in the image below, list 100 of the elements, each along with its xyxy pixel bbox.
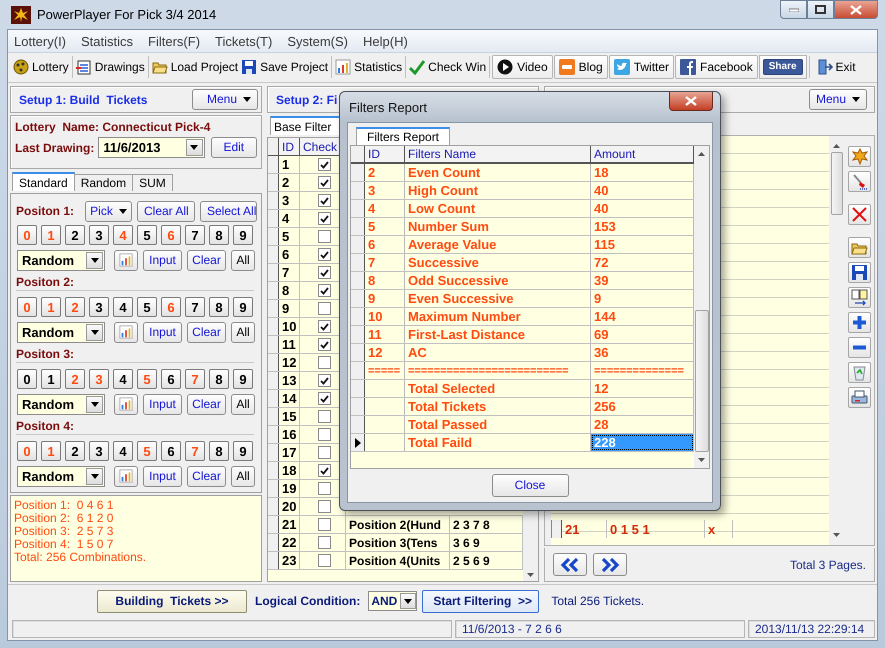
tab[interactable]: Standard — [12, 172, 75, 191]
checkbox[interactable] — [318, 158, 330, 171]
column-header[interactable]: ID — [365, 146, 405, 162]
toolbar-button[interactable]: Lottery — [12, 56, 70, 78]
digit-button[interactable]: 4 — [113, 441, 133, 461]
checkbox[interactable] — [318, 176, 330, 189]
toolbar-button[interactable] — [848, 262, 870, 283]
checkbox[interactable] — [318, 230, 330, 243]
toolbar-button[interactable]: Statistics — [334, 56, 404, 78]
input-button[interactable]: Input — [143, 394, 182, 414]
digit-button[interactable]: 9 — [233, 297, 253, 317]
menu-item[interactable]: Lottery(I) — [14, 34, 66, 48]
toolbar-button[interactable] — [848, 337, 870, 358]
checkbox[interactable] — [318, 428, 330, 441]
menu-item[interactable]: Help(H) — [363, 34, 408, 48]
checkbox[interactable] — [318, 554, 330, 567]
menu-item[interactable]: Filters(F) — [148, 34, 200, 48]
digit-button[interactable]: 0 — [17, 369, 37, 389]
all-button[interactable]: All — [231, 394, 255, 414]
clear-button[interactable]: Clear — [187, 250, 226, 270]
toolbar-button[interactable]: Drawings — [74, 56, 146, 78]
toolbar-button[interactable]: Video — [492, 55, 553, 79]
digit-button[interactable]: 6 — [161, 441, 181, 461]
toolbar-button[interactable]: Twitter — [608, 55, 674, 79]
toolbar-button[interactable] — [848, 204, 870, 225]
clear-button[interactable]: Clear — [187, 322, 226, 342]
column-header[interactable]: Amount — [591, 146, 694, 162]
chart-button[interactable] — [114, 250, 138, 270]
checkbox[interactable] — [318, 302, 330, 315]
toolbar-button[interactable] — [848, 387, 870, 408]
checkbox[interactable] — [318, 212, 330, 225]
input-button[interactable]: Input — [143, 466, 182, 486]
toolbar-button[interactable] — [848, 146, 870, 167]
input-button[interactable]: Input — [143, 322, 182, 342]
mode-dropdown[interactable]: Random — [17, 394, 105, 414]
checkbox[interactable] — [318, 338, 330, 351]
digit-button[interactable]: 8 — [209, 297, 229, 317]
share-button[interactable]: Share — [762, 59, 803, 75]
digit-button[interactable]: 5 — [137, 297, 157, 317]
digit-button[interactable]: 5 — [137, 225, 157, 245]
digit-button[interactable]: 7 — [185, 297, 205, 317]
checkbox[interactable] — [318, 464, 330, 477]
clear-all-button[interactable]: Clear All — [137, 200, 195, 222]
mode-dropdown[interactable]: Random — [17, 466, 105, 486]
toolbar-button[interactable]: Check Win — [408, 56, 488, 78]
scrollbar-thumb[interactable] — [830, 152, 842, 215]
close-button[interactable] — [834, 0, 878, 19]
menu-button[interactable]: Menu — [809, 89, 867, 110]
digit-button[interactable]: 3 — [89, 297, 109, 317]
digit-button[interactable]: 3 — [89, 441, 109, 461]
tab[interactable]: SUM — [132, 174, 173, 191]
digit-button[interactable]: 7 — [185, 225, 205, 245]
clear-button[interactable]: Clear — [187, 394, 226, 414]
menu-item[interactable]: System(S) — [287, 34, 348, 48]
digit-button[interactable]: 4 — [113, 297, 133, 317]
toolbar-button[interactable] — [848, 287, 870, 308]
mode-dropdown[interactable]: Random — [17, 250, 105, 270]
digit-button[interactable]: 6 — [161, 369, 181, 389]
maximize-button[interactable] — [807, 0, 834, 19]
digit-button[interactable]: 2 — [65, 441, 85, 461]
mode-dropdown[interactable]: Random — [17, 322, 105, 342]
select-all-button[interactable]: Select All — [200, 200, 257, 222]
date-dropdown[interactable]: 11/6/2013 — [98, 137, 205, 158]
checkbox[interactable] — [318, 536, 330, 549]
digit-button[interactable]: 8 — [209, 441, 229, 461]
checkbox[interactable] — [318, 500, 330, 513]
digit-button[interactable]: 8 — [209, 225, 229, 245]
toolbar-button[interactable]: Save Project — [240, 56, 330, 78]
toolbar-button[interactable]: Load Project — [150, 56, 240, 78]
menu-button[interactable]: Menu — [192, 89, 258, 110]
digit-button[interactable]: 3 — [89, 225, 109, 245]
toolbar-button[interactable] — [848, 362, 870, 383]
checkbox[interactable] — [318, 320, 330, 333]
digit-button[interactable]: 8 — [209, 369, 229, 389]
checkbox[interactable] — [318, 248, 330, 261]
next-page-button[interactable] — [593, 553, 627, 576]
logic-dropdown[interactable]: AND — [368, 591, 418, 611]
toolbar-button[interactable]: Blog — [554, 55, 608, 79]
digit-button[interactable]: 9 — [233, 369, 253, 389]
toolbar-button[interactable]: Exit — [816, 56, 857, 78]
previous-page-button[interactable] — [553, 553, 587, 576]
checkbox[interactable] — [318, 356, 330, 369]
chart-button[interactable] — [114, 322, 138, 342]
menu-item[interactable]: Statistics — [81, 34, 134, 48]
edit-button[interactable]: Edit — [210, 137, 257, 158]
scrollbar-thumb[interactable] — [694, 310, 708, 452]
checkbox[interactable] — [318, 266, 330, 279]
chart-button[interactable] — [114, 466, 138, 486]
checkbox[interactable] — [318, 392, 330, 405]
digit-button[interactable]: 9 — [233, 225, 253, 245]
digit-button[interactable]: 9 — [233, 441, 253, 461]
all-button[interactable]: All — [231, 250, 255, 270]
close-button[interactable] — [669, 92, 713, 111]
checkbox[interactable] — [318, 284, 330, 297]
start-filtering-button[interactable]: Start Filtering >> — [422, 590, 540, 612]
checkbox[interactable] — [318, 446, 330, 459]
toolbar-button[interactable] — [848, 171, 870, 192]
checkbox[interactable] — [318, 518, 330, 531]
column-header[interactable]: ID — [279, 138, 300, 155]
toolbar-button[interactable] — [848, 312, 870, 333]
